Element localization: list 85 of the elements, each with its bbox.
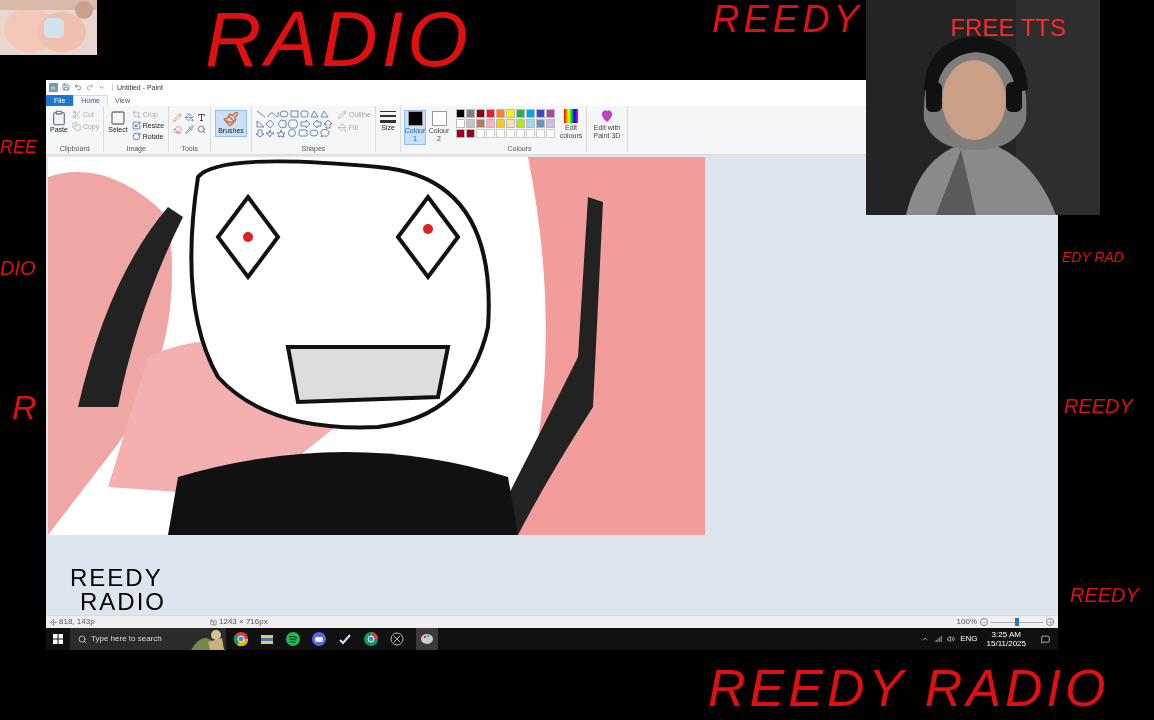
backdrop-text: REE	[0, 138, 37, 156]
palette-swatch[interactable]	[496, 109, 505, 118]
backdrop-text: REEDY RADIO	[708, 662, 1110, 714]
sound-waves-icon[interactable]	[286, 632, 300, 646]
cursor-position: 818, 143p	[59, 618, 95, 626]
palette-swatch[interactable]	[476, 119, 485, 128]
palette-swatch[interactable]	[466, 119, 475, 128]
backdrop-text: R	[12, 390, 37, 424]
signal-icon[interactable]	[934, 635, 943, 643]
rotate-icon	[131, 132, 141, 141]
palette-swatch[interactable]	[506, 109, 515, 118]
plus-icon	[1047, 619, 1053, 625]
palette-swatch[interactable]	[546, 119, 555, 128]
minus-icon	[981, 619, 987, 625]
spectrum-icon	[564, 109, 578, 123]
chevron-up-icon[interactable]	[921, 635, 930, 643]
clock-time: 3:25 AM	[991, 630, 1021, 639]
palette-swatch[interactable]	[506, 119, 515, 128]
search-icon	[78, 634, 87, 644]
backdrop-text: REEDY	[1070, 585, 1139, 605]
pencil-icon	[337, 110, 347, 119]
canvas-size-icon	[210, 618, 217, 626]
zoom-in-button[interactable]	[1046, 618, 1054, 626]
paint-palette-icon[interactable]	[416, 628, 438, 650]
droplet-icon	[601, 109, 613, 123]
palette-swatch[interactable]	[546, 109, 555, 118]
crop-icon	[131, 110, 141, 119]
palette-swatch[interactable]	[466, 109, 475, 118]
folder-icon[interactable]	[260, 632, 274, 646]
undo-icon[interactable]	[74, 83, 82, 91]
line-weights-icon	[380, 110, 396, 124]
caret-icon[interactable]	[98, 83, 105, 91]
text-tool-icon[interactable]	[197, 113, 207, 122]
palette-swatch[interactable]	[536, 109, 545, 118]
language-indicator[interactable]: ENG	[960, 635, 978, 643]
search-box[interactable]: Type here to search	[70, 628, 226, 650]
paint-bucket-icon	[337, 123, 347, 132]
brush-icon	[222, 111, 239, 127]
palette-swatch[interactable]	[486, 109, 495, 118]
pencil-icon[interactable]	[173, 113, 183, 122]
handwritten-text: REEDY	[70, 566, 164, 590]
clipboard-icon	[50, 110, 67, 126]
backdrop-text: RADIO	[205, 0, 473, 78]
magnifier-icon[interactable]	[197, 125, 207, 134]
speaker-icon[interactable]	[947, 635, 956, 643]
backdrop-text: EDY RAD	[1062, 250, 1124, 264]
selection-icon	[110, 110, 126, 126]
palette-swatch[interactable]	[536, 119, 545, 128]
check-mark-icon[interactable]	[338, 632, 352, 646]
zoom-slider[interactable]	[991, 618, 1043, 626]
backdrop-text: REEDY	[1064, 396, 1133, 416]
backdrop-text: DIO	[0, 258, 36, 278]
save-icon[interactable]	[62, 83, 70, 91]
palette-swatch[interactable]	[466, 129, 475, 138]
handwritten-text: RADIO	[80, 590, 166, 614]
search-field[interactable]: Type here to search	[91, 633, 191, 645]
shapes-gallery[interactable]	[255, 110, 334, 138]
resize-icon	[131, 121, 141, 130]
crosshair-icon	[50, 618, 57, 626]
palette-swatch[interactable]	[516, 109, 525, 118]
windows-logo-icon[interactable]	[53, 634, 63, 644]
palette-swatch[interactable]	[456, 119, 465, 128]
palette-swatch[interactable]	[486, 119, 495, 128]
copy-icon	[71, 122, 81, 131]
palette-swatch[interactable]	[526, 119, 535, 128]
notification-icon[interactable]	[1041, 634, 1050, 644]
palette-swatch[interactable]	[496, 119, 505, 128]
zoom-percent: 100%	[956, 618, 977, 626]
canvas-size: 1243 × 716px	[219, 618, 268, 626]
palette-swatch[interactable]	[456, 109, 465, 118]
caption-text: FREE TTS	[950, 13, 1066, 43]
palette-swatch[interactable]	[516, 119, 525, 128]
palette-swatch[interactable]	[476, 109, 485, 118]
backdrop-text: REEDY	[712, 0, 863, 38]
clock-date: 15/11/2025	[986, 639, 1026, 648]
round-app-icon[interactable]	[364, 632, 378, 646]
scissors-icon	[71, 110, 81, 119]
round-app-icon[interactable]	[234, 632, 248, 646]
redo-icon[interactable]	[86, 83, 94, 91]
palette-swatch[interactable]	[456, 129, 465, 138]
palette-swatch[interactable]	[526, 109, 535, 118]
color-picker-icon[interactable]	[185, 125, 195, 134]
eraser-icon[interactable]	[173, 125, 183, 134]
zoom-slider-thumb[interactable]	[1015, 618, 1019, 626]
paint-app-icon	[49, 82, 58, 92]
